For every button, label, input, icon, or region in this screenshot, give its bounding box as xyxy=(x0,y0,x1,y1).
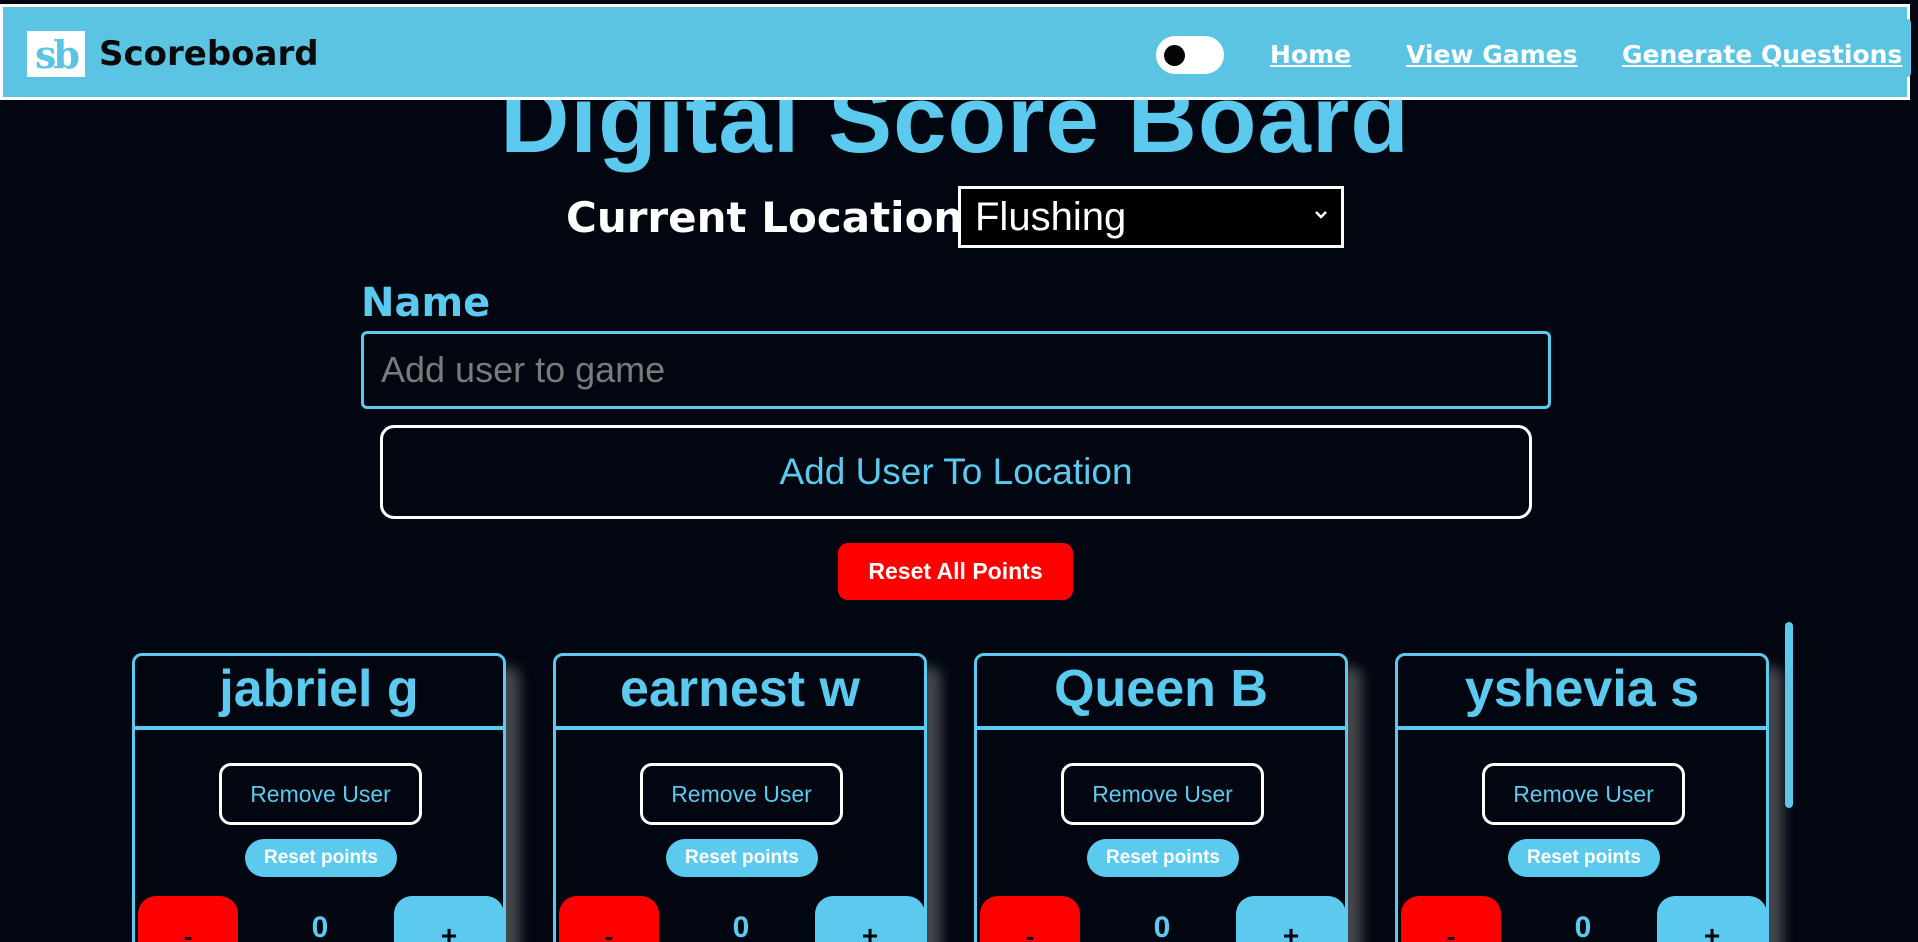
player-score: 0 xyxy=(1153,911,1171,942)
nav-link-home[interactable]: Home xyxy=(1270,40,1351,69)
toggle-knob-icon xyxy=(1164,45,1185,66)
player-name: earnest w xyxy=(556,656,924,730)
name-label: Name xyxy=(361,280,491,326)
nav-link-generate-questions[interactable]: Generate Questions xyxy=(1622,40,1902,69)
remove-user-button[interactable]: Remove User xyxy=(1482,763,1685,825)
brand-name: Scoreboard xyxy=(99,34,319,74)
location-select[interactable]: Flushing xyxy=(958,186,1344,248)
player-name: jabriel g xyxy=(135,656,503,730)
increment-button[interactable]: + xyxy=(394,896,504,942)
player-score: 0 xyxy=(1574,911,1592,942)
reset-points-button[interactable]: Reset points xyxy=(666,839,818,877)
player-card: Queen B Remove User Reset points - 0 + xyxy=(974,653,1348,942)
remove-user-button[interactable]: Remove User xyxy=(219,763,422,825)
nav-link-view-games[interactable]: View Games xyxy=(1406,40,1578,69)
player-card: earnest w Remove User Reset points - 0 + xyxy=(553,653,927,942)
page-scrollbar[interactable] xyxy=(1903,19,1911,77)
reset-points-button[interactable]: Reset points xyxy=(1508,839,1660,877)
name-input[interactable] xyxy=(361,331,1551,409)
player-card: yshevia s Remove User Reset points - 0 + xyxy=(1395,653,1769,942)
location-select-value: Flushing xyxy=(975,194,1127,239)
reset-points-button[interactable]: Reset points xyxy=(245,839,397,877)
player-score: 0 xyxy=(732,911,750,942)
brand[interactable]: sb Scoreboard xyxy=(27,31,319,77)
theme-toggle[interactable] xyxy=(1156,36,1224,74)
decrement-button[interactable]: - xyxy=(559,896,659,942)
decrement-button[interactable]: - xyxy=(980,896,1080,942)
add-user-button[interactable]: Add User To Location xyxy=(380,425,1532,519)
increment-button[interactable]: + xyxy=(1236,896,1346,942)
decrement-button[interactable]: - xyxy=(138,896,238,942)
player-name: yshevia s xyxy=(1398,656,1766,730)
list-scrollbar[interactable] xyxy=(1785,622,1793,808)
remove-user-button[interactable]: Remove User xyxy=(640,763,843,825)
player-name: Queen B xyxy=(977,656,1345,730)
player-score: 0 xyxy=(311,911,329,942)
increment-button[interactable]: + xyxy=(1657,896,1767,942)
player-card: jabriel g Remove User Reset points - 0 + xyxy=(132,653,506,942)
chevron-down-icon xyxy=(1315,211,1327,219)
increment-button[interactable]: + xyxy=(815,896,925,942)
decrement-button[interactable]: - xyxy=(1401,896,1501,942)
reset-all-points-button[interactable]: Reset All Points xyxy=(838,543,1073,600)
remove-user-button[interactable]: Remove User xyxy=(1061,763,1264,825)
reset-points-button[interactable]: Reset points xyxy=(1087,839,1239,877)
top-navbar: sb Scoreboard Home View Games Generate Q… xyxy=(0,4,1911,100)
brand-logo-icon: sb xyxy=(27,31,85,77)
location-label: Current Location: xyxy=(566,192,981,242)
location-row: Current Location: Flushing xyxy=(566,186,1344,248)
